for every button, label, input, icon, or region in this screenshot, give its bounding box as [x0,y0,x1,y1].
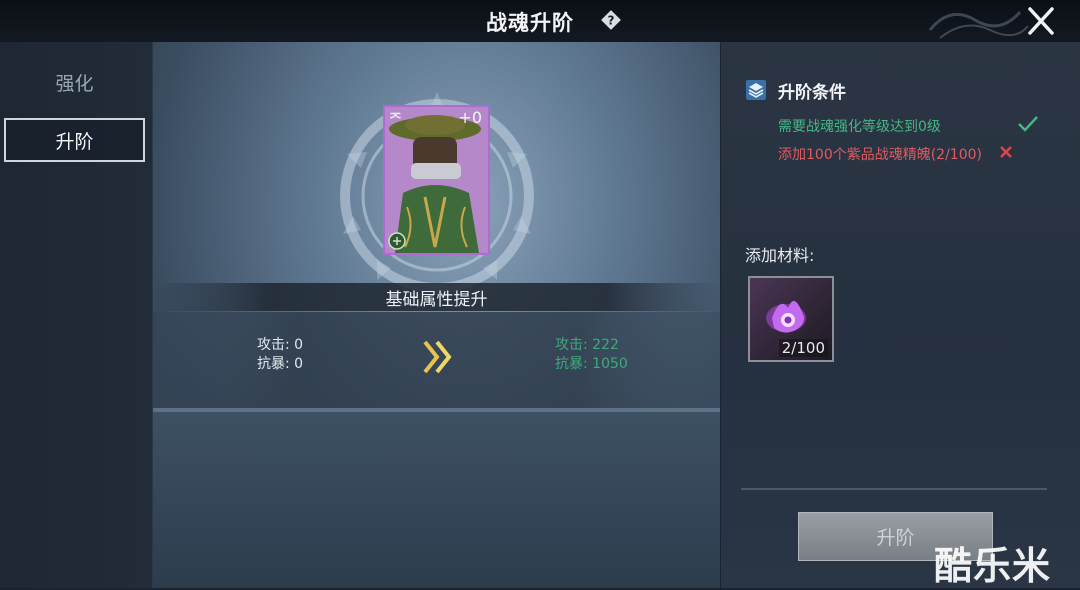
double-chevron-right-icon [423,340,452,374]
sidebar: 强化 升阶 [0,42,153,588]
seal-icon [388,232,406,250]
next-crit-resist: 抗暴: 1050 [555,356,628,372]
conditions-title: 升阶条件 [778,83,846,103]
current-attack: 攻击: 0 [257,337,304,353]
help-icon[interactable]: ? [600,9,622,31]
tab-strengthen[interactable]: 强化 [4,60,145,104]
current-crit-resist: 抗暴: 0 [257,356,304,372]
soul-card[interactable]: ᄌ +0 [383,105,490,255]
layers-icon [746,80,766,100]
stat-header: 基础属性提升 [153,283,720,311]
conditions-panel: 升阶条件 需要战魂强化等级达到0级 添加100个紫品战魂精魄(2/100) 添加… [721,42,1080,588]
material-count: 2/100 [778,339,828,357]
materials-label: 添加材料: [745,246,815,265]
condition-material-requirement: 添加100个紫品战魂精魄(2/100) [778,147,982,163]
tab-advance[interactable]: 升阶 [4,118,145,162]
cross-icon [1000,146,1012,158]
mountain-mist-background [153,412,720,588]
title-bar: 战魂升阶 ? [0,0,1080,43]
decorative-swirl-icon [928,10,1029,39]
soul-display-panel: ᄌ +0 基础属性提升 攻击: 0 抗暴: 0 攻击: 222 抗暴: 1050 [153,42,720,588]
svg-text:?: ? [608,14,615,28]
current-stats: 攻击: 0 抗暴: 0 [257,336,303,374]
material-slot[interactable]: 2/100 [748,276,834,362]
condition-level-requirement: 需要战魂强化等级达到0级 [778,119,941,135]
divider [741,488,1047,490]
card-level-label: +0 [458,108,482,127]
close-button[interactable] [1022,3,1060,39]
page-title: 战魂升阶 [486,11,574,35]
watermark: 酷乐米 [934,544,1052,588]
stats-comparison: 攻击: 0 抗暴: 0 攻击: 222 抗暴: 1050 [153,312,720,412]
next-attack: 攻击: 222 [555,337,619,353]
card-rank-label: ᄌ [389,112,402,128]
next-stats: 攻击: 222 抗暴: 1050 [555,336,628,374]
checkmark-icon [1018,116,1038,132]
